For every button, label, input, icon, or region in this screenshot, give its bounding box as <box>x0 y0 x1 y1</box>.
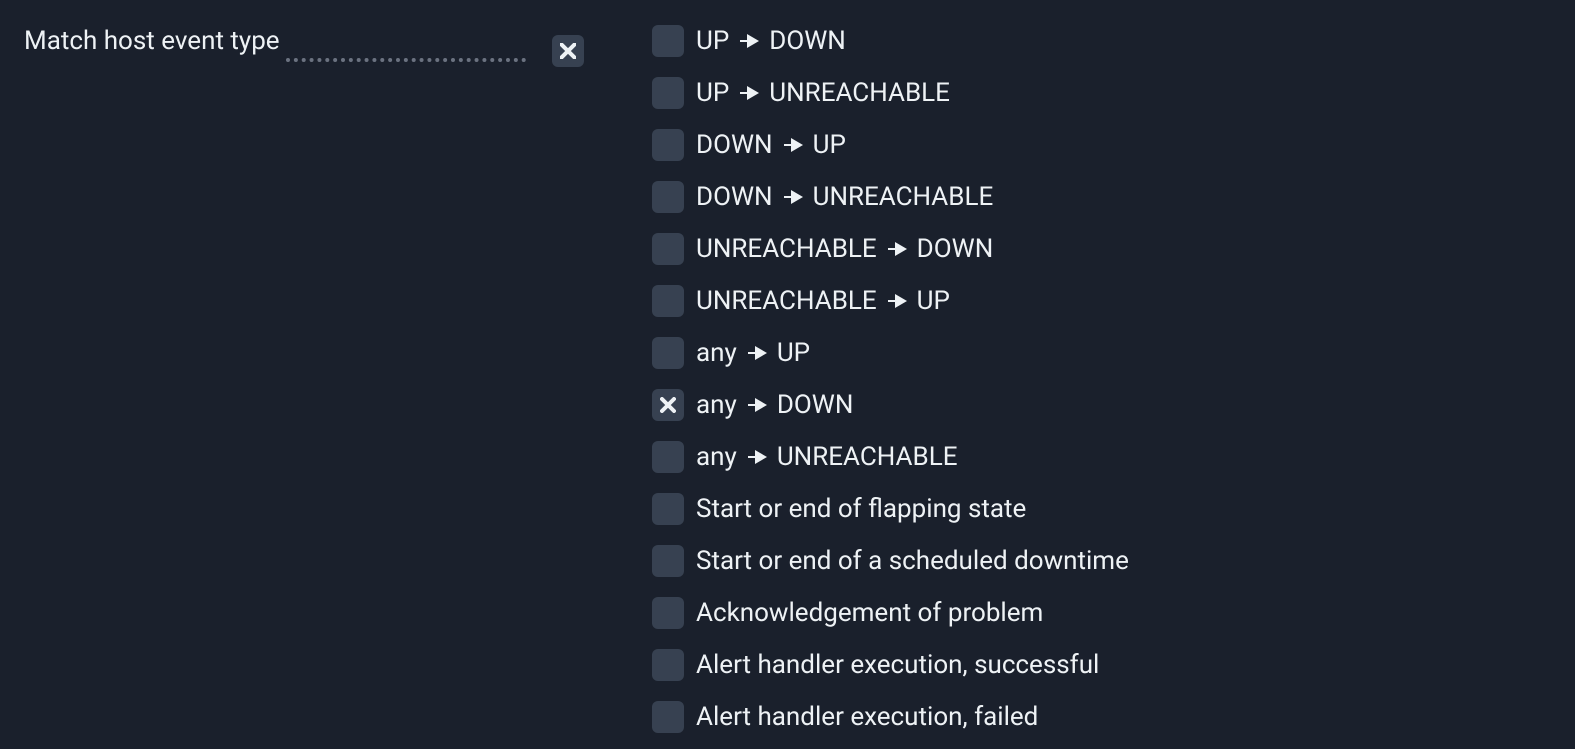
host-event-options: UPDOWNUPUNREACHABLEDOWNUPDOWNUNREACHABLE… <box>652 24 1129 734</box>
condition-label-cell: Match host event type <box>24 24 526 58</box>
host-event-checkbox-alert_ok[interactable] <box>652 649 684 681</box>
host-event-option-alert_fail: Alert handler execution, failed <box>652 700 1129 734</box>
host-event-option-downtime: Start or end of a scheduled downtime <box>652 544 1129 578</box>
host-event-label-any_down: any DOWN <box>696 390 853 420</box>
state-to: UP <box>917 286 950 316</box>
arrow-right-icon <box>887 291 907 311</box>
state-from: UNREACHABLE <box>696 234 877 264</box>
host-event-label-unreachable_down: UNREACHABLE DOWN <box>696 234 993 264</box>
host-event-checkbox-up_down[interactable] <box>652 25 684 57</box>
arrow-right-icon <box>783 187 803 207</box>
host-event-label-up_unreachable: UP UNREACHABLE <box>696 78 950 108</box>
arrow-right-icon <box>747 343 767 363</box>
host-event-label-flapping: Start or end of flapping state <box>696 494 1026 524</box>
host-event-label-down_unreachable: DOWN UNREACHABLE <box>696 182 993 212</box>
state-to: DOWN <box>917 234 994 264</box>
host-event-checkbox-flapping[interactable] <box>652 493 684 525</box>
state-from: any <box>696 338 737 368</box>
condition-enabled-checkbox[interactable] <box>552 35 584 67</box>
state-from: UNREACHABLE <box>696 286 877 316</box>
host-event-label-down_up: DOWN UP <box>696 130 846 160</box>
host-event-option-any_up: any UP <box>652 336 1129 370</box>
arrow-right-icon <box>739 31 759 51</box>
host-event-checkbox-alert_fail[interactable] <box>652 701 684 733</box>
host-event-label-unreachable_up: UNREACHABLE UP <box>696 286 950 316</box>
host-event-checkbox-any_down[interactable] <box>652 389 684 421</box>
arrow-right-icon <box>887 239 907 259</box>
state-from: any <box>696 442 737 472</box>
state-from: UP <box>696 78 729 108</box>
state-to: DOWN <box>777 390 854 420</box>
host-event-label-any_unreachable: any UNREACHABLE <box>696 442 957 472</box>
condition-label: Match host event type <box>24 26 280 56</box>
host-event-checkbox-unreachable_down[interactable] <box>652 233 684 265</box>
host-event-label-alert_fail: Alert handler execution, failed <box>696 702 1038 732</box>
arrow-right-icon <box>747 447 767 467</box>
host-event-checkbox-ack[interactable] <box>652 597 684 629</box>
host-event-label-any_up: any UP <box>696 338 810 368</box>
state-to: UNREACHABLE <box>777 442 958 472</box>
host-event-checkbox-unreachable_up[interactable] <box>652 285 684 317</box>
host-event-checkbox-downtime[interactable] <box>652 545 684 577</box>
host-event-label-downtime: Start or end of a scheduled downtime <box>696 546 1129 576</box>
host-event-option-up_unreachable: UP UNREACHABLE <box>652 76 1129 110</box>
close-icon <box>560 43 576 59</box>
host-event-option-any_unreachable: any UNREACHABLE <box>652 440 1129 474</box>
host-event-option-ack: Acknowledgement of problem <box>652 596 1129 630</box>
host-event-checkbox-down_unreachable[interactable] <box>652 181 684 213</box>
host-event-label-alert_ok: Alert handler execution, successful <box>696 650 1099 680</box>
host-event-label-ack: Acknowledgement of problem <box>696 598 1043 628</box>
host-event-option-up_down: UP DOWN <box>652 24 1129 58</box>
host-event-checkbox-down_up[interactable] <box>652 129 684 161</box>
state-to: UNREACHABLE <box>813 182 994 212</box>
arrow-right-icon <box>739 83 759 103</box>
label-dots <box>286 32 526 62</box>
state-from: UP <box>696 26 729 56</box>
state-to: UP <box>813 130 846 160</box>
host-event-checkbox-any_unreachable[interactable] <box>652 441 684 473</box>
host-event-option-flapping: Start or end of flapping state <box>652 492 1129 526</box>
host-event-option-alert_ok: Alert handler execution, successful <box>652 648 1129 682</box>
arrow-right-icon <box>747 395 767 415</box>
host-event-option-unreachable_down: UNREACHABLE DOWN <box>652 232 1129 266</box>
state-to: UNREACHABLE <box>769 78 950 108</box>
host-event-option-any_down: any DOWN <box>652 388 1129 422</box>
host-event-checkbox-up_unreachable[interactable] <box>652 77 684 109</box>
state-to: UP <box>777 338 810 368</box>
state-from: DOWN <box>696 182 773 212</box>
host-event-option-down_up: DOWN UP <box>652 128 1129 162</box>
host-event-option-unreachable_up: UNREACHABLE UP <box>652 284 1129 318</box>
state-from: any <box>696 390 737 420</box>
state-from: DOWN <box>696 130 773 160</box>
host-event-option-down_unreachable: DOWN UNREACHABLE <box>652 180 1129 214</box>
check-x-icon <box>660 397 676 413</box>
state-to: DOWN <box>769 26 846 56</box>
match-host-event-type-row: Match host event type UPDOWNUPUNREACHABL… <box>0 0 1575 734</box>
arrow-right-icon <box>783 135 803 155</box>
host-event-label-up_down: UP DOWN <box>696 26 846 56</box>
host-event-checkbox-any_up[interactable] <box>652 337 684 369</box>
